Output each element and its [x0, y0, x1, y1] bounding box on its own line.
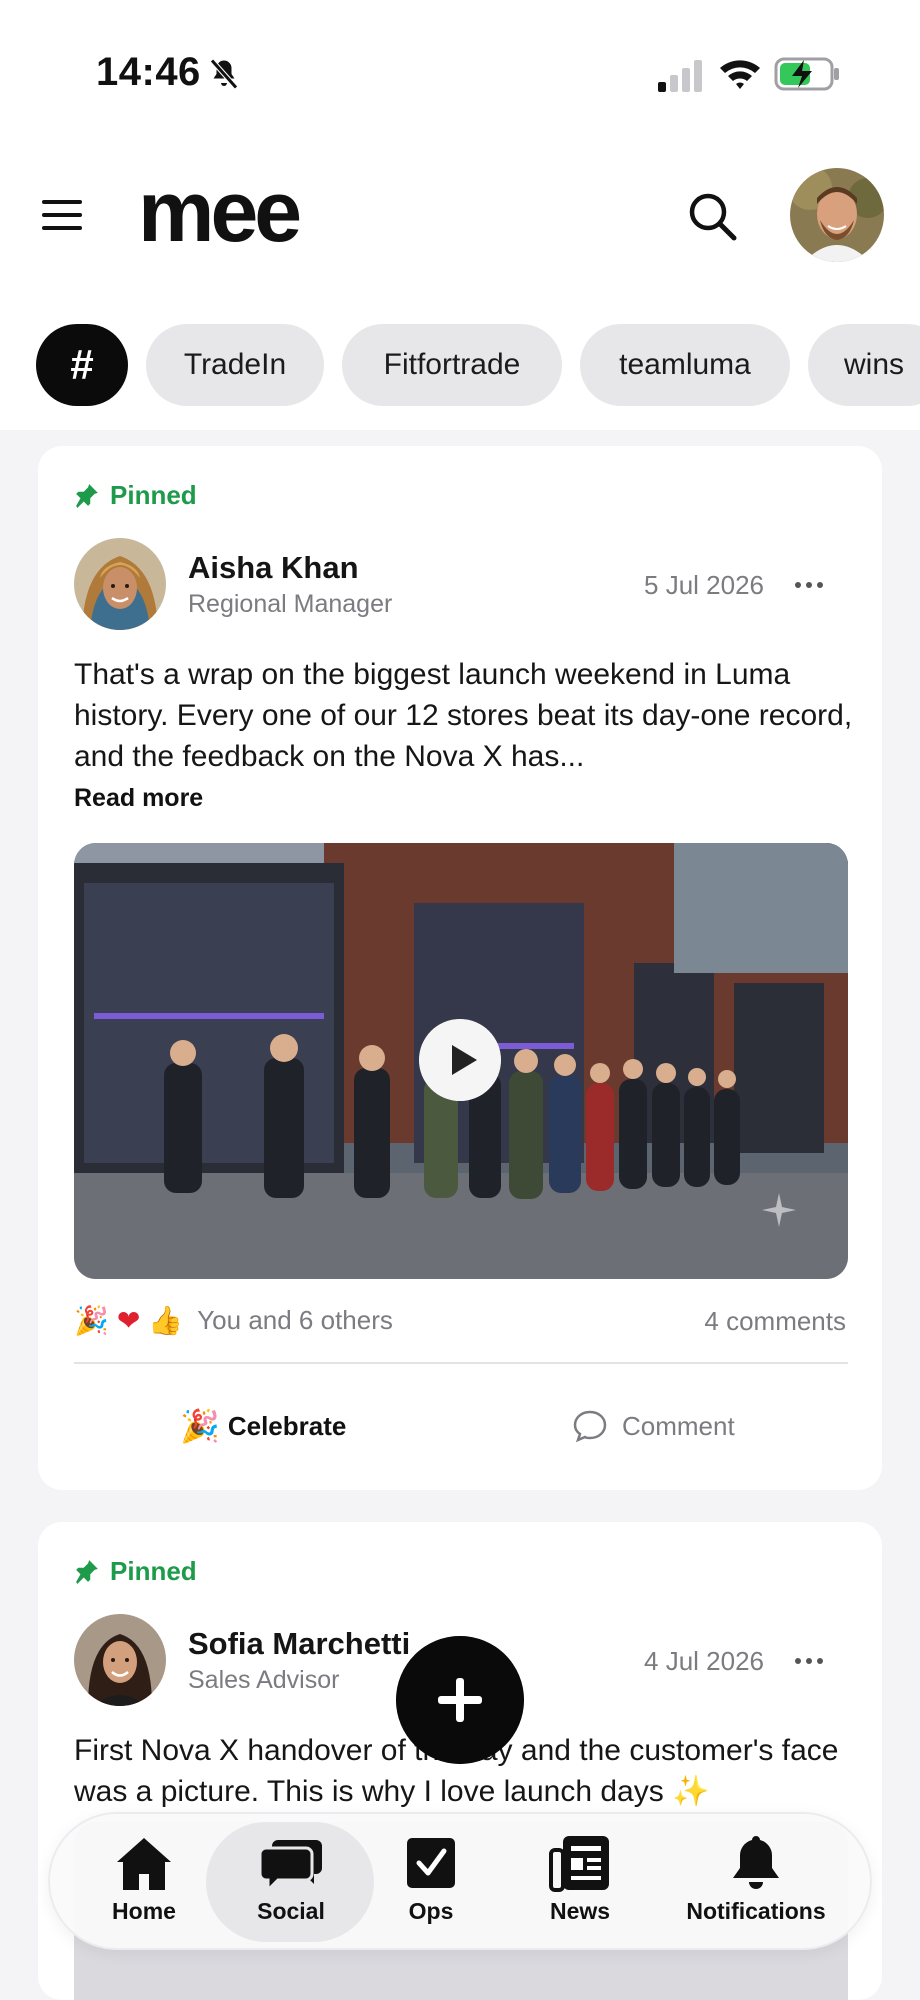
- bell-muted-icon: [210, 58, 238, 90]
- chat-bubbles-icon: [260, 1840, 322, 1892]
- reactions-summary[interactable]: 🎉 ❤ 👍 You and 6 others: [74, 1300, 393, 1340]
- pinned-label: Pinned: [110, 1555, 197, 1586]
- comment-button[interactable]: Comment: [572, 1404, 735, 1448]
- app-logo[interactable]: mee: [138, 162, 302, 262]
- heart-icon: ❤: [116, 1303, 141, 1337]
- read-more-link[interactable]: Read more: [74, 784, 203, 813]
- post-video[interactable]: [74, 843, 848, 1279]
- reactions-text: You and 6 others: [197, 1304, 393, 1335]
- more-options-icon[interactable]: [794, 1656, 824, 1666]
- nav-item-social[interactable]: Social: [236, 1834, 346, 1934]
- status-bar: 14:46: [0, 0, 920, 150]
- create-post-button[interactable]: [396, 1636, 524, 1764]
- pinned-label: Pinned: [110, 479, 197, 510]
- nav-item-notifications[interactable]: Notifications: [682, 1834, 830, 1934]
- nav-label-notifications: Notifications: [686, 1898, 826, 1924]
- hamburger-menu-icon[interactable]: [40, 196, 84, 234]
- comments-count[interactable]: 4 comments: [704, 1306, 846, 1337]
- cellular-signal-icon: [658, 60, 702, 92]
- author-name[interactable]: Sofia Marchetti: [188, 1626, 410, 1662]
- post-text: That's a wrap on the biggest launch week…: [74, 658, 853, 773]
- celebrate-button[interactable]: 🎉 Celebrate: [180, 1404, 346, 1448]
- play-icon[interactable]: [419, 1019, 501, 1101]
- home-icon: [117, 1838, 171, 1890]
- bottom-navigation: Home Social Ops News Notifications: [48, 1812, 872, 1950]
- hashtag-chip-all[interactable]: #: [36, 324, 128, 406]
- nav-label-home: Home: [112, 1898, 176, 1924]
- pin-icon: [76, 484, 98, 508]
- author-role: Regional Manager: [188, 590, 393, 618]
- post-date: 5 Jul 2026: [644, 570, 764, 600]
- nav-label-news: News: [549, 1898, 611, 1924]
- search-icon[interactable]: [686, 190, 738, 242]
- app-header: mee: [0, 160, 920, 270]
- author-name[interactable]: Aisha Khan: [188, 550, 359, 586]
- author-avatar[interactable]: [74, 1614, 166, 1706]
- nav-label-social: Social: [257, 1898, 325, 1924]
- party-popper-icon: 🎉: [180, 1407, 220, 1445]
- more-options-icon[interactable]: [794, 580, 824, 590]
- nav-item-news[interactable]: News: [532, 1834, 628, 1934]
- pinned-badge: Pinned: [74, 1554, 197, 1588]
- author-avatar[interactable]: [74, 538, 166, 630]
- wifi-icon: [720, 60, 760, 89]
- hashtag-chip-wins[interactable]: wins: [808, 324, 920, 406]
- nav-item-home[interactable]: Home: [94, 1834, 194, 1934]
- celebrate-label: Celebrate: [227, 1410, 347, 1441]
- post-date: 4 Jul 2026: [644, 1646, 764, 1676]
- newspaper-icon: [549, 1836, 609, 1892]
- battery-charging-icon: [774, 57, 839, 91]
- sparkle-icon: [762, 1193, 796, 1227]
- comment-bubble-icon: [573, 1410, 607, 1443]
- bell-icon: [733, 1836, 779, 1889]
- hashtag-chip-fitfortrade[interactable]: Fitfortrade: [342, 324, 562, 406]
- pin-icon: [76, 1560, 98, 1584]
- party-popper-icon: 🎉: [74, 1303, 109, 1337]
- hashtag-chip-row: # TradeIn Fitfortrade teamluma wins: [36, 324, 920, 408]
- profile-avatar[interactable]: [790, 168, 884, 262]
- pinned-badge: Pinned: [74, 478, 197, 512]
- status-time: 14:46: [96, 50, 201, 94]
- hashtag-chip-teamluma[interactable]: teamluma: [580, 324, 790, 406]
- divider: [74, 1362, 848, 1364]
- post-card: Pinned Aisha Khan Regional Manager 5 Jul…: [38, 446, 882, 1490]
- thumbs-up-icon: 👍: [148, 1303, 184, 1337]
- nav-item-ops[interactable]: Ops: [390, 1834, 472, 1934]
- checkbox-icon: [407, 1838, 455, 1888]
- comment-label: Comment: [622, 1410, 735, 1441]
- author-role: Sales Advisor: [188, 1666, 340, 1694]
- nav-label-ops: Ops: [408, 1898, 454, 1924]
- hashtag-chip-tradein[interactable]: TradeIn: [146, 324, 324, 406]
